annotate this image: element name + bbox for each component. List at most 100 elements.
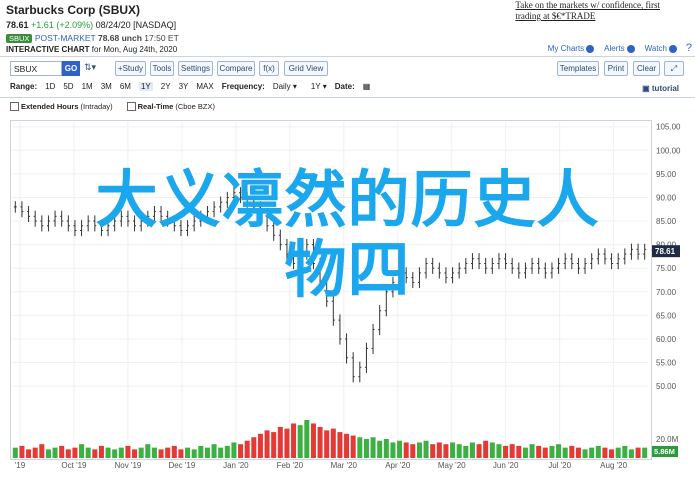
volume-bar bbox=[52, 447, 58, 458]
volume-bar bbox=[463, 445, 469, 458]
volume-bar bbox=[145, 444, 151, 458]
volume-bar bbox=[363, 439, 369, 458]
volume-bar bbox=[72, 447, 78, 458]
volume-bars bbox=[12, 420, 648, 458]
volume-bar bbox=[59, 445, 65, 458]
overlay-line-1: 大义凛然的历史人 bbox=[95, 163, 600, 236]
volume-bar bbox=[238, 444, 244, 458]
volume-bar bbox=[39, 444, 45, 458]
x-tick-label: Feb '20 bbox=[277, 461, 304, 470]
volume-tick-label: 20.0M bbox=[656, 435, 679, 444]
volume-bar bbox=[204, 447, 210, 458]
volume-bar bbox=[231, 442, 237, 458]
volume-bar bbox=[542, 447, 548, 458]
volume-bar bbox=[304, 420, 310, 458]
volume-bar bbox=[383, 439, 389, 458]
volume-bar bbox=[602, 447, 608, 458]
overlay-line-2: 物四 bbox=[284, 233, 411, 306]
y-tick-label: 60.00 bbox=[656, 335, 677, 344]
volume-bar bbox=[171, 445, 177, 458]
volume-bar bbox=[284, 428, 290, 458]
volume-bar bbox=[65, 449, 71, 458]
volume-bar bbox=[642, 447, 648, 458]
volume-bar bbox=[410, 444, 416, 458]
volume-bar bbox=[469, 442, 475, 458]
x-tick-label: Jul '20 bbox=[548, 461, 571, 470]
volume-bar bbox=[423, 440, 429, 458]
volume-bar bbox=[125, 445, 131, 458]
volume-bar bbox=[370, 437, 376, 458]
volume-bar bbox=[556, 444, 562, 458]
volume-bar bbox=[575, 447, 581, 458]
volume-bar bbox=[264, 430, 270, 458]
x-tick-label: Oct '19 bbox=[61, 461, 87, 470]
volume-bar bbox=[430, 444, 436, 458]
volume-bar bbox=[19, 445, 25, 458]
volume-bar bbox=[450, 442, 456, 458]
volume-bar bbox=[277, 426, 283, 458]
volume-bar bbox=[628, 449, 634, 458]
volume-bar bbox=[330, 428, 336, 458]
volume-bar bbox=[569, 445, 575, 458]
volume-bar bbox=[377, 440, 383, 458]
y-tick-label: 105.00 bbox=[656, 123, 681, 132]
volume-bar bbox=[257, 433, 263, 458]
overlay-text: 大义凛然的历史人 物四 bbox=[0, 165, 695, 305]
volume-bar bbox=[416, 442, 422, 458]
x-axis: '19 Oct '19 Nov '19 Dec '19 Jan '20 Feb '20 Ma… bbox=[15, 461, 628, 470]
volume-bar bbox=[178, 449, 184, 458]
volume-bar bbox=[92, 449, 98, 458]
volume-bar bbox=[357, 437, 363, 458]
volume-bar bbox=[489, 442, 495, 458]
volume-bar bbox=[390, 442, 396, 458]
volume-bar bbox=[158, 449, 164, 458]
y-tick-label: 100.00 bbox=[656, 146, 681, 155]
volume-bar bbox=[516, 445, 522, 458]
volume-bar bbox=[476, 444, 482, 458]
volume-bar bbox=[317, 426, 323, 458]
volume-bar bbox=[98, 445, 104, 458]
x-tick-label: Jun '20 bbox=[493, 461, 519, 470]
x-tick-label: Mar '20 bbox=[331, 461, 358, 470]
volume-bar bbox=[198, 445, 204, 458]
volume-bar bbox=[191, 449, 197, 458]
volume-bar bbox=[436, 442, 442, 458]
volume-bar bbox=[536, 445, 542, 458]
volume-bar bbox=[589, 447, 595, 458]
volume-bar bbox=[118, 447, 124, 458]
x-tick-label: Nov '19 bbox=[114, 461, 141, 470]
volume-bar bbox=[496, 444, 502, 458]
volume-bar bbox=[291, 423, 297, 458]
volume-bar bbox=[344, 433, 350, 458]
volume-bar bbox=[45, 449, 51, 458]
volume-bar bbox=[562, 447, 568, 458]
x-tick-label: Aug '20 bbox=[600, 461, 627, 470]
volume-bar bbox=[244, 440, 250, 458]
volume-bar bbox=[26, 449, 32, 458]
volume-bar bbox=[297, 425, 303, 458]
volume-bar bbox=[582, 449, 588, 458]
y-tick-label: 55.00 bbox=[656, 359, 677, 368]
volume-bar bbox=[615, 447, 621, 458]
volume-bar bbox=[522, 447, 528, 458]
volume-bar bbox=[483, 440, 489, 458]
x-tick-label: '19 bbox=[15, 461, 26, 470]
volume-last-label: 5.86M bbox=[654, 447, 675, 456]
volume-bar bbox=[85, 447, 91, 458]
volume-bar bbox=[635, 447, 641, 458]
volume-bar bbox=[105, 447, 111, 458]
volume-bar bbox=[443, 444, 449, 458]
volume-bar bbox=[456, 444, 462, 458]
volume-bar bbox=[324, 430, 330, 458]
volume-bar bbox=[211, 444, 217, 458]
volume-bar bbox=[509, 444, 515, 458]
volume-bar bbox=[609, 449, 615, 458]
volume-bar bbox=[79, 444, 85, 458]
volume-bar bbox=[185, 447, 191, 458]
volume-bar bbox=[251, 437, 257, 458]
y-tick-label: 65.00 bbox=[656, 311, 677, 320]
volume-bar bbox=[397, 440, 403, 458]
volume-bar bbox=[151, 447, 157, 458]
volume-bar bbox=[132, 449, 138, 458]
volume-bar bbox=[337, 432, 343, 458]
